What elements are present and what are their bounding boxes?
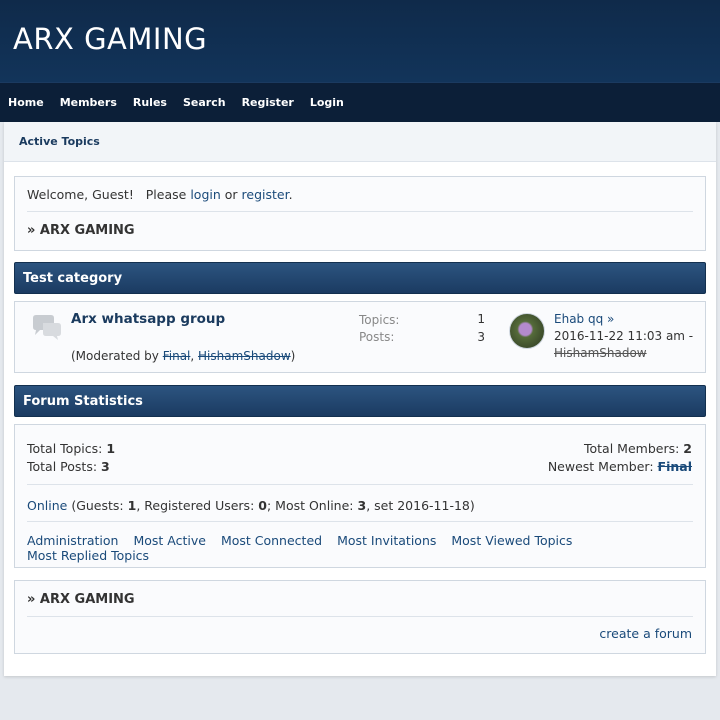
most-connected-link[interactable]: Most Connected bbox=[221, 533, 322, 548]
most-replied-topics-link[interactable]: Most Replied Topics bbox=[27, 548, 149, 563]
divider bbox=[27, 211, 693, 212]
last-post-topic-link[interactable]: Ehab qq bbox=[554, 312, 603, 326]
moderated-suffix: ) bbox=[290, 349, 296, 363]
create-forum-link[interactable]: create a forum bbox=[599, 626, 692, 641]
divider bbox=[27, 521, 693, 522]
topics-label: Topics: bbox=[359, 313, 400, 327]
most-active-link[interactable]: Most Active bbox=[133, 533, 206, 548]
nav-login[interactable]: Login bbox=[310, 96, 344, 109]
register-link[interactable]: register bbox=[242, 187, 289, 202]
total-members-value: 2 bbox=[683, 441, 692, 456]
forum-row: Arx whatsapp group (Moderated by Final, … bbox=[14, 301, 706, 373]
nav-register[interactable]: Register bbox=[242, 96, 294, 109]
stats-header: Forum Statistics bbox=[14, 385, 706, 417]
nav-search[interactable]: Search bbox=[183, 96, 226, 109]
divider bbox=[27, 616, 693, 617]
breadcrumb[interactable]: » ARX GAMING bbox=[27, 223, 135, 238]
total-topics-value: 1 bbox=[106, 441, 116, 456]
posts-label: Posts: bbox=[359, 330, 395, 344]
main-nav: Home Members Rules Search Register Login bbox=[0, 82, 720, 122]
footer-breadcrumb[interactable]: » ARX GAMING bbox=[27, 592, 135, 607]
forum-bubble-icon bbox=[33, 315, 61, 340]
nav-home[interactable]: Home bbox=[8, 96, 44, 109]
welcome-suffix: . bbox=[288, 187, 293, 202]
most-invitations-link[interactable]: Most Invitations bbox=[337, 533, 436, 548]
most-online-label: ; Most Online: bbox=[266, 498, 354, 513]
welcome-or: or bbox=[224, 187, 238, 202]
stats-panel: Total Topics: 1 Total Posts: 3 Total Mem… bbox=[14, 424, 706, 568]
active-topics-link[interactable]: Active Topics bbox=[19, 135, 100, 148]
last-post-arrow[interactable]: » bbox=[607, 312, 614, 326]
last-post: Ehab qq » 2016-11-22 11:03 am - HishamSh… bbox=[554, 311, 704, 362]
sub-navbar: Active Topics bbox=[4, 122, 716, 162]
nav-rules[interactable]: Rules bbox=[133, 96, 167, 109]
last-post-date: 2016-11-22 11:03 am - bbox=[554, 329, 694, 343]
most-online-value: 3 bbox=[357, 498, 367, 513]
stats-links: Administration Most Active Most Connecte… bbox=[27, 533, 627, 563]
moderator-link[interactable]: Final bbox=[163, 349, 191, 363]
last-post-user-link[interactable]: HishamShadow bbox=[554, 346, 647, 360]
topics-count: 1 bbox=[477, 312, 485, 326]
online-stats: Online (Guests: 1, Registered Users: 0; … bbox=[27, 498, 475, 513]
moderator-link[interactable]: HishamShadow bbox=[198, 349, 291, 363]
most-viewed-topics-link[interactable]: Most Viewed Topics bbox=[451, 533, 572, 548]
administration-link[interactable]: Administration bbox=[27, 533, 118, 548]
stats-left: Total Topics: 1 Total Posts: 3 bbox=[27, 440, 115, 476]
divider bbox=[27, 484, 693, 485]
posts-count: 3 bbox=[477, 330, 485, 344]
login-link[interactable]: login bbox=[190, 187, 220, 202]
most-online-date: , set 2016-11-18) bbox=[366, 498, 475, 513]
welcome-prefix: Welcome, Guest! Please bbox=[27, 187, 187, 202]
newest-member-link[interactable]: Final bbox=[658, 459, 692, 474]
moderated-prefix: (Moderated by bbox=[71, 349, 159, 363]
registered-value: 0 bbox=[258, 498, 267, 513]
footer-panel: » ARX GAMING create a forum bbox=[14, 580, 706, 654]
total-members-label: Total Members: bbox=[584, 441, 680, 456]
online-link[interactable]: Online bbox=[27, 498, 67, 513]
main-content: Active Topics Welcome, Guest! Please log… bbox=[4, 122, 716, 676]
newest-member-label: Newest Member: bbox=[547, 459, 654, 474]
nav-members[interactable]: Members bbox=[60, 96, 117, 109]
total-topics-label: Total Topics: bbox=[27, 441, 103, 456]
total-posts-value: 3 bbox=[101, 459, 110, 474]
registered-label: , Registered Users: bbox=[136, 498, 255, 513]
moderators-text: (Moderated by Final, HishamShadow) bbox=[71, 349, 296, 363]
category-title[interactable]: Test category bbox=[23, 271, 122, 286]
avatar[interactable] bbox=[509, 313, 545, 349]
site-header: ARX GAMING bbox=[0, 0, 720, 82]
stats-right: Total Members: 2 Newest Member: Final bbox=[548, 440, 692, 476]
guests-label: (Guests: bbox=[71, 498, 124, 513]
forum-title-link[interactable]: Arx whatsapp group bbox=[71, 311, 225, 327]
total-posts-label: Total Posts: bbox=[27, 459, 98, 474]
category-header: Test category bbox=[14, 262, 706, 294]
welcome-text: Welcome, Guest! Please login or register… bbox=[27, 187, 293, 202]
welcome-panel: Welcome, Guest! Please login or register… bbox=[14, 176, 706, 251]
site-title[interactable]: ARX GAMING bbox=[13, 22, 207, 56]
stats-title: Forum Statistics bbox=[23, 393, 143, 409]
